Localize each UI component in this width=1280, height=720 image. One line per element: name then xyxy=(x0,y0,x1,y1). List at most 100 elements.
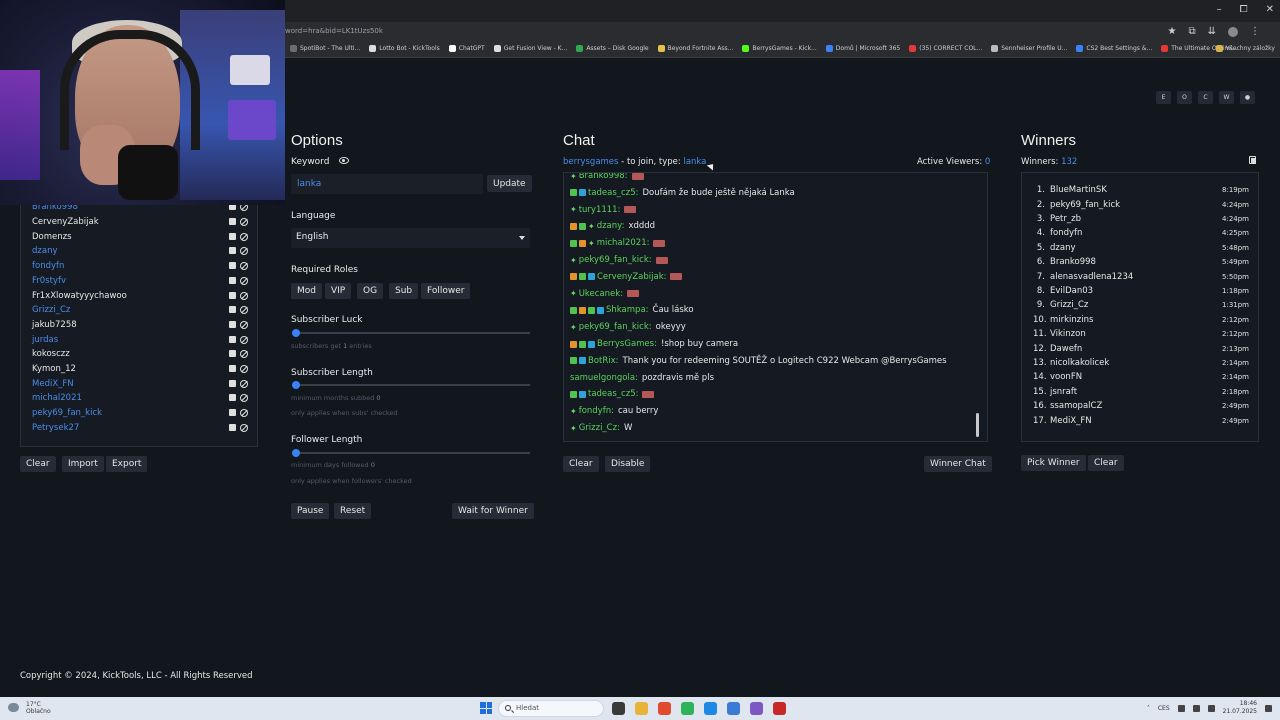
checkbox-icon[interactable] xyxy=(229,232,236,240)
checkbox-icon[interactable] xyxy=(229,409,236,417)
utility-button[interactable]: O xyxy=(1177,91,1192,104)
entrant-name[interactable]: Kymon_12 xyxy=(32,364,229,374)
subscriber-length-slider[interactable] xyxy=(292,381,530,389)
chat-username[interactable]: BotRix: xyxy=(588,356,619,366)
checkbox-icon[interactable] xyxy=(229,276,236,284)
entrant-name[interactable]: jakub7258 xyxy=(32,320,229,330)
extensions-icon[interactable]: ⧉ xyxy=(1188,26,1195,37)
copy-icon[interactable] xyxy=(1249,156,1256,164)
entrant-name[interactable]: michal2021 xyxy=(32,393,229,403)
slider-handle[interactable] xyxy=(292,381,300,389)
ban-icon[interactable] xyxy=(240,262,248,271)
bookmark-item[interactable]: Sennheiser Profile U... xyxy=(991,45,1067,52)
checkbox-icon[interactable] xyxy=(229,365,236,373)
reset-button[interactable]: Reset xyxy=(334,503,372,519)
chevron-up-icon[interactable]: ˄ xyxy=(1147,705,1150,712)
checkbox-icon[interactable] xyxy=(229,320,236,328)
entrant-name[interactable]: Domenzs xyxy=(32,232,229,242)
checkbox-icon[interactable] xyxy=(229,205,236,211)
entrants-clear-button[interactable]: Clear xyxy=(20,456,56,472)
chat-username[interactable]: tadeas_cz5: xyxy=(588,389,638,399)
bookmark-item[interactable]: BerrysGames - Kick... xyxy=(742,45,817,52)
ban-icon[interactable] xyxy=(240,320,248,329)
ban-icon[interactable] xyxy=(240,350,248,359)
profile-avatar-icon[interactable] xyxy=(1228,27,1238,37)
bookmark-item[interactable]: (35) CORRECT COL... xyxy=(909,45,982,52)
bookmark-item[interactable]: Get Fusion View - K... xyxy=(493,45,567,52)
role-toggle-og[interactable]: OG xyxy=(357,283,384,299)
network-icon[interactable] xyxy=(1192,704,1200,712)
maximize-button[interactable]: ⧠ xyxy=(1240,4,1248,15)
chat-username[interactable]: Branko998: xyxy=(579,173,628,181)
chat-username[interactable]: Grizzi_Cz: xyxy=(579,423,620,433)
bookmark-item[interactable]: Lotto Bot - KickTools xyxy=(369,45,440,52)
bookmark-star-icon[interactable]: ★ xyxy=(1168,26,1177,37)
utility-button[interactable]: C xyxy=(1198,91,1213,104)
entrant-name[interactable]: CervenyZabijak xyxy=(32,217,229,227)
chat-channel-link[interactable]: berrysgames xyxy=(563,157,618,167)
follower-length-slider[interactable] xyxy=(292,449,530,457)
ban-icon[interactable] xyxy=(240,247,248,256)
chat-username[interactable]: fondyfn: xyxy=(579,406,614,416)
menu-icon[interactable]: ⋮ xyxy=(1250,26,1260,37)
eye-icon[interactable] xyxy=(339,157,349,164)
bookmark-item[interactable]: Beyond Fortnite Ass... xyxy=(657,45,733,52)
entrant-name[interactable]: Fr1xXlowatyyychawoo xyxy=(32,291,229,301)
close-window-button[interactable]: ✕ xyxy=(1266,4,1274,15)
bookmark-item[interactable]: Assets – Disk Google xyxy=(576,45,649,52)
taskbar-app-icon[interactable] xyxy=(681,702,694,715)
checkbox-icon[interactable] xyxy=(229,394,236,402)
chat-disable-button[interactable]: Disable xyxy=(605,456,651,472)
ban-icon[interactable] xyxy=(240,276,248,285)
taskbar-app-icon[interactable] xyxy=(658,702,671,715)
entrant-name[interactable]: jurdas xyxy=(32,335,229,345)
entrant-name[interactable]: Grizzi_Cz xyxy=(32,305,229,315)
entrant-name[interactable]: peky69_fan_kick xyxy=(32,408,229,418)
entrant-name[interactable]: kokosczz xyxy=(32,349,229,359)
entrant-name[interactable]: dzany xyxy=(32,246,229,256)
role-toggle-mod[interactable]: Mod xyxy=(291,283,322,299)
chat-username[interactable]: samuelgongola: xyxy=(570,373,638,383)
checkbox-icon[interactable] xyxy=(229,218,236,226)
ban-icon[interactable] xyxy=(240,232,248,241)
keyword-update-button[interactable]: Update xyxy=(487,175,532,192)
taskbar-search-input[interactable]: Hledat xyxy=(498,700,604,717)
role-toggle-follower[interactable]: Follower xyxy=(421,283,471,299)
chat-username[interactable]: dzany: xyxy=(597,221,625,231)
language-select[interactable]: English xyxy=(291,228,530,248)
chat-username[interactable]: tadeas_cz5: xyxy=(588,188,638,198)
checkbox-icon[interactable] xyxy=(229,350,236,358)
bookmark-item[interactable]: SpotiBot - The Ulti... xyxy=(290,45,360,52)
chat-username[interactable]: tury1111: xyxy=(579,205,621,215)
taskbar-app-icon[interactable] xyxy=(704,702,717,715)
entrants-export-button[interactable]: Export xyxy=(106,456,148,472)
keyword-input[interactable]: lanka xyxy=(291,174,483,194)
ban-icon[interactable] xyxy=(240,394,248,403)
chat-username[interactable]: peky69_fan_kick: xyxy=(579,322,652,332)
volume-icon[interactable] xyxy=(1207,704,1215,712)
winners-clear-button[interactable]: Clear xyxy=(1088,455,1124,471)
pause-button[interactable]: Pause xyxy=(291,503,330,519)
checkbox-icon[interactable] xyxy=(229,247,236,255)
taskbar-app-icon[interactable] xyxy=(635,702,648,715)
entrant-name[interactable]: Branko998 xyxy=(32,205,229,212)
winner-chat-button[interactable]: Winner Chat xyxy=(924,456,992,472)
chat-username[interactable]: michal2021: xyxy=(597,238,650,248)
chat-scrollbar[interactable] xyxy=(976,413,979,437)
ban-icon[interactable] xyxy=(240,306,248,315)
minimize-button[interactable]: – xyxy=(1217,4,1222,15)
slider-handle[interactable] xyxy=(292,449,300,457)
utility-button[interactable]: W xyxy=(1219,91,1234,104)
slider-handle[interactable] xyxy=(292,329,300,337)
role-toggle-vip[interactable]: VIP xyxy=(325,283,352,299)
checkbox-icon[interactable] xyxy=(229,335,236,343)
subscriber-luck-slider[interactable] xyxy=(292,329,530,337)
entrants-import-button[interactable]: Import xyxy=(62,456,104,472)
chat-clear-button[interactable]: Clear xyxy=(563,456,599,472)
checkbox-icon[interactable] xyxy=(229,423,236,431)
chat-username[interactable]: peky69_fan_kick: xyxy=(579,255,652,265)
taskbar-app-icon[interactable] xyxy=(612,702,625,715)
all-bookmarks-button[interactable]: Všechny záložky xyxy=(1215,45,1275,52)
ban-icon[interactable] xyxy=(240,409,248,418)
ban-icon[interactable] xyxy=(240,379,248,388)
